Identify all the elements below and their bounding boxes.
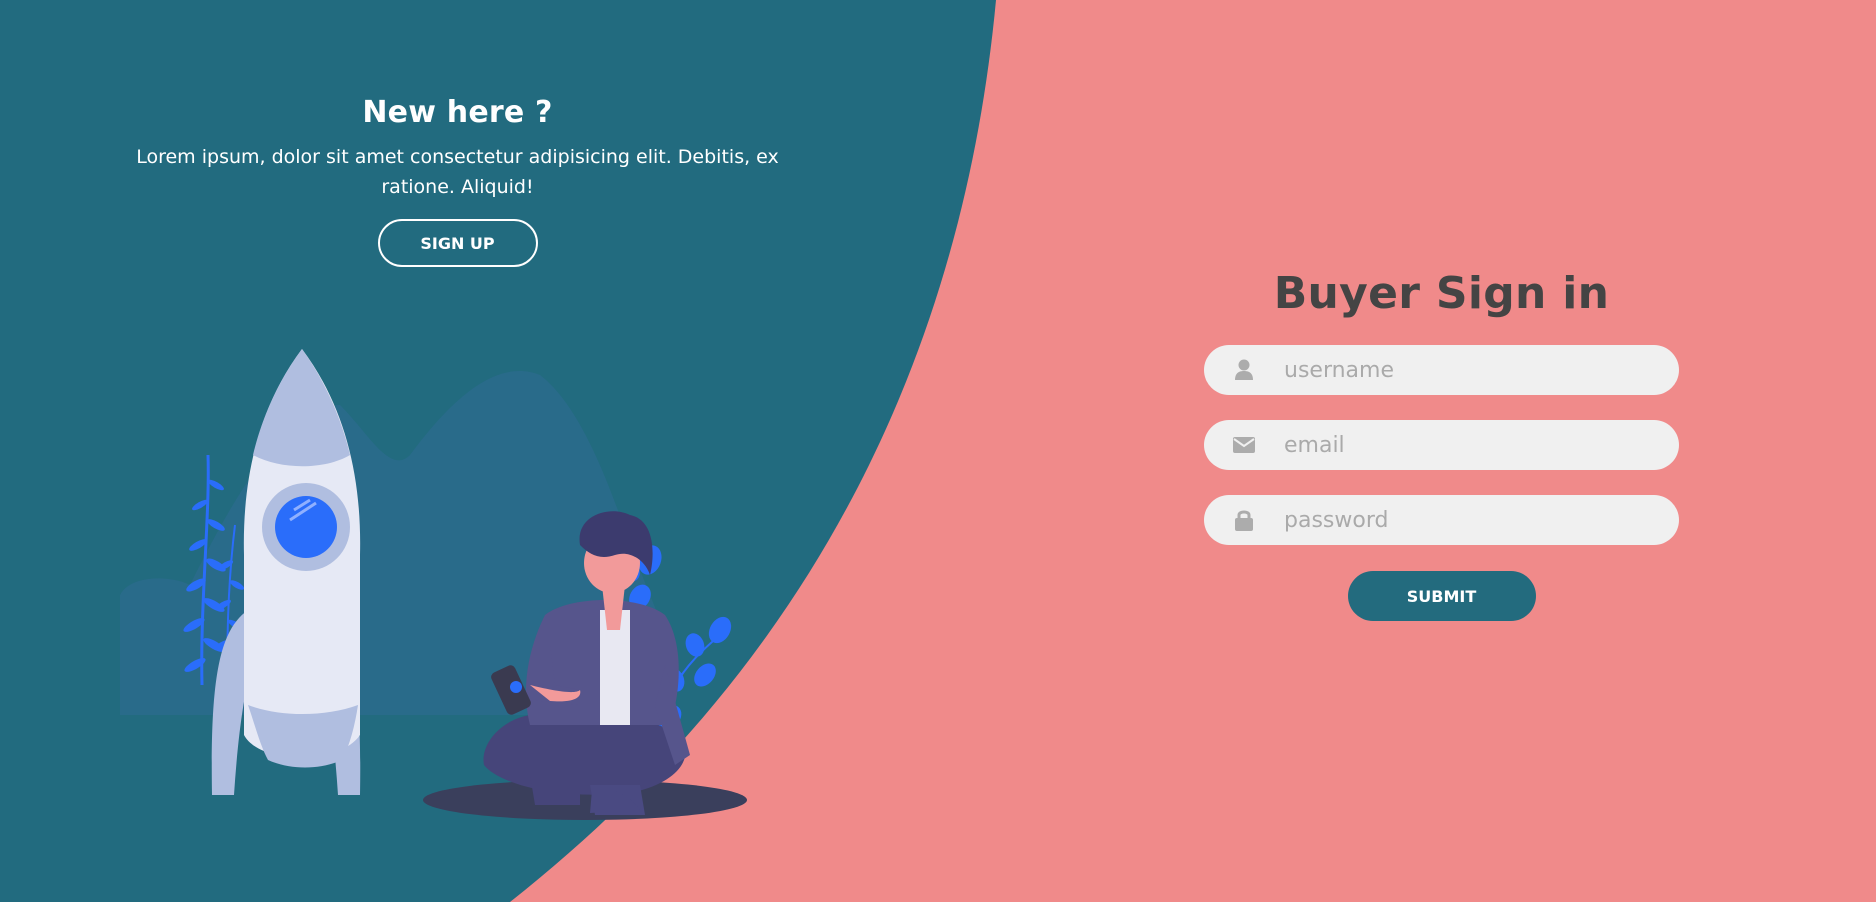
page: New here ? Lorem ipsum, dolor sit amet c…	[0, 0, 1876, 902]
envelope-icon	[1204, 420, 1284, 470]
left-panel-content: New here ? Lorem ipsum, dolor sit amet c…	[120, 95, 795, 267]
username-input[interactable]	[1284, 345, 1679, 395]
user-icon	[1204, 345, 1284, 395]
form-title: Buyer Sign in	[1273, 268, 1610, 319]
lock-icon	[1204, 495, 1284, 545]
sign-in-form: Buyer Sign in username email SUBMIT	[1204, 268, 1679, 621]
new-here-title: New here ?	[362, 95, 553, 130]
sign-up-button[interactable]: SIGN UP	[377, 219, 538, 267]
email-field[interactable]	[1204, 420, 1679, 470]
left-panel-description: Lorem ipsum, dolor sit amet consectetur …	[136, 146, 779, 198]
password-input[interactable]	[1284, 495, 1679, 545]
username-field[interactable]	[1204, 345, 1679, 395]
submit-button[interactable]: SUBMIT	[1347, 571, 1536, 621]
password-field[interactable]	[1204, 495, 1679, 545]
rocket-and-person-illustration	[120, 349, 747, 820]
email-input[interactable]	[1284, 420, 1679, 470]
